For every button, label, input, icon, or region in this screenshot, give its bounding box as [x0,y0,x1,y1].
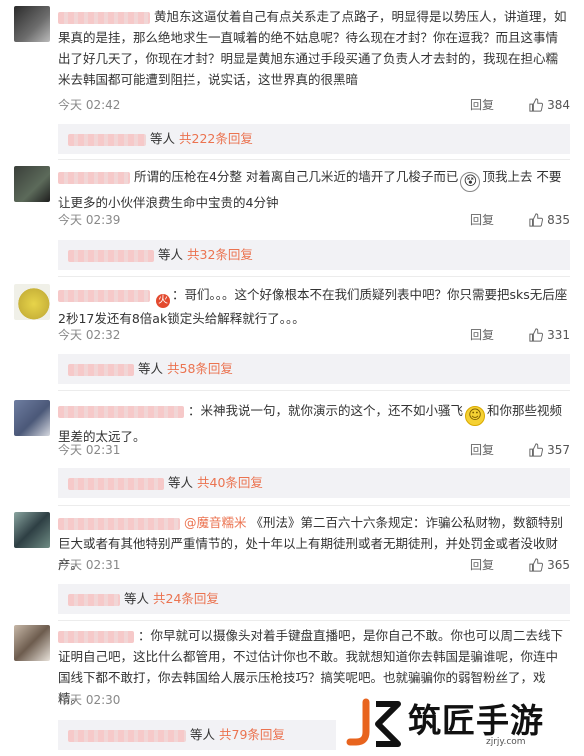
thumb-up-icon [529,328,544,342]
like-count: 357 [547,443,570,457]
sub-replies[interactable]: 等人 共24条回复 [58,584,570,614]
timestamp: 今天 02:31 [58,443,121,457]
reply-button[interactable]: 回复 [470,210,494,230]
sub-reply-count[interactable]: 共32条回复 [187,247,253,262]
comment-body: 所谓的压枪在4分整 对着离自己几米近的墙开了几梭子而已 😵 顶我上去 不要让更多的小… [58,166,570,213]
comment-meta: 今天 02:31 回复 357 [58,440,570,460]
username[interactable] [58,517,180,530]
sub-reply-count[interactable]: 共58条回复 [167,361,233,376]
thumb-up-icon [529,558,544,572]
timestamp: 今天 02:42 [58,98,121,112]
like-count: 835 [547,213,570,227]
face-emoji-icon: 😵 [460,172,481,192]
like-button[interactable]: 331 [529,325,570,345]
thumb-up-icon [529,443,544,457]
username[interactable] [58,289,150,302]
like-count: 384 [547,98,570,112]
mention-link[interactable]: @魔音糯米 [184,515,247,530]
comment-meta: 今天 02:32 回复 331 [58,325,570,345]
reply-button[interactable]: 回复 [470,95,494,115]
avatar[interactable] [14,625,50,661]
sub-reply-count[interactable]: 共40条回复 [197,475,263,490]
thumb-up-icon [529,213,544,227]
sub-prefix: 等人 [124,591,150,606]
sub-prefix: 等人 [168,475,194,490]
avatar[interactable] [14,166,50,202]
sub-reply-count[interactable]: 共24条回复 [153,591,219,606]
avatar[interactable] [14,512,50,548]
divider [58,620,570,621]
sub-username[interactable] [68,729,186,742]
username[interactable] [58,11,150,24]
like-button[interactable]: 357 [529,440,570,460]
divider [58,505,570,506]
sub-prefix: 等人 [138,361,164,376]
sub-replies[interactable]: 等人 共32条回复 [58,240,570,270]
sub-reply-count[interactable]: 共79条回复 [219,727,285,742]
sub-replies[interactable]: 等人 共40条回复 [58,468,570,498]
sub-username[interactable] [68,133,146,146]
like-count: 331 [547,328,570,342]
like-button[interactable]: 384 [529,95,570,115]
timestamp: 今天 02:39 [58,213,121,227]
sub-prefix: 等人 [150,131,176,146]
comment-meta: 今天 02:39 回复 835 [58,210,570,230]
username[interactable] [58,630,134,643]
watermark-url: zjrjy.com [486,737,526,747]
comment-body: 火：哥们。。。这个好像根本不在我们质疑列表中吧？你只需要把sks无后座2秒17发… [58,284,570,329]
like-button[interactable]: 835 [529,210,570,230]
comment-meta: 今天 02:42 回复 384 [58,95,570,115]
avatar[interactable] [14,6,50,42]
sub-replies[interactable]: 等人 共58条回复 [58,354,570,384]
timestamp: 今天 02:31 [58,558,121,572]
avatar[interactable] [14,400,50,436]
timestamp: 今天 02:32 [58,328,121,342]
smile-emoji-icon: ☺ [465,406,486,426]
timestamp: 今天 02:30 [58,693,121,707]
comment-text: 所谓的压枪在4分整 对着离自己几米近的墙开了几梭子而已 [134,169,459,184]
divider [58,159,570,160]
watermark-title: 筑匠手游 [408,701,544,740]
sub-username[interactable] [68,477,164,490]
sub-username[interactable] [68,593,120,606]
comment-body: 黄旭东这逼仗着自己有点关系走了点路子，明显得是以势压人，讲道理，如果真的是挂，那… [58,6,570,90]
sub-prefix: 等人 [158,247,184,262]
sub-replies[interactable]: 等人 共222条回复 [58,124,570,154]
username[interactable] [58,171,130,184]
watermark: 筑匠手游 zjrjy.com [336,690,584,756]
sub-username[interactable] [68,249,154,262]
sub-username[interactable] [68,363,134,376]
avatar[interactable] [14,284,50,320]
username[interactable] [58,405,184,418]
thumb-up-icon [529,98,544,112]
reply-button[interactable]: 回复 [470,555,494,575]
fire-emoji-icon: 火 [156,294,170,308]
site-logo-icon [346,698,401,747]
like-button[interactable]: 365 [529,555,570,575]
divider [58,276,570,277]
divider [58,390,570,391]
comment-meta: 今天 02:31 回复 365 [58,555,570,575]
sub-reply-count[interactable]: 共222条回复 [179,131,253,146]
like-count: 365 [547,558,570,572]
comment-text: ：米神我说一句，就你演示的这个，还不如小骚飞 [188,403,464,418]
reply-button[interactable]: 回复 [470,325,494,345]
reply-button[interactable]: 回复 [470,440,494,460]
sub-prefix: 等人 [190,727,216,742]
